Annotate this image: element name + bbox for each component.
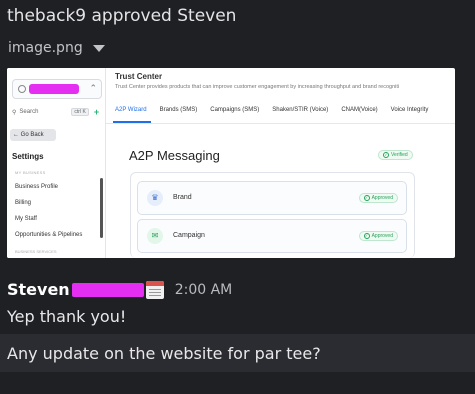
message-header: Steven 2:00 AM xyxy=(7,280,232,299)
verified-label: Verified xyxy=(391,152,408,158)
message-author[interactable]: Steven xyxy=(7,280,70,299)
sidebar-item: Billing xyxy=(15,200,32,206)
tab-divider xyxy=(106,123,455,124)
sidebar-scrollbar xyxy=(100,178,103,238)
approved-badge: ✓ Approved xyxy=(358,193,398,203)
check-circle-icon: ✓ xyxy=(383,152,389,158)
system-message: theback9 approved Steven xyxy=(7,6,237,26)
screenshot-sidebar: ⌃ ⚲ Search ctrl K + ← Go Back Settings M… xyxy=(7,68,106,258)
attachment-filename[interactable]: image.png xyxy=(8,40,83,56)
plus-icon: + xyxy=(93,107,100,117)
brand-label: Brand xyxy=(173,194,192,201)
message-row-hovered[interactable]: Any update on the website for par tee? xyxy=(0,334,475,372)
chevron-updown-icon: ⌃ xyxy=(89,83,97,93)
shortcut-badge: ctrl K xyxy=(71,108,89,116)
approved-label: Approved xyxy=(371,233,393,239)
message-text: Any update on the website for par tee? xyxy=(7,344,321,363)
verified-badge: ✓ Verified xyxy=(378,150,413,160)
caret-down-icon[interactable] xyxy=(92,45,105,52)
campaign-card: ✉ Campaign ✓ Approved xyxy=(137,219,407,253)
message-timestamp[interactable]: 2:00 AM xyxy=(175,282,233,298)
search-icon: ⚲ xyxy=(12,109,17,116)
sidebar-item: Opportunities & Pipelines xyxy=(15,232,83,238)
brand-icon: ♛ xyxy=(147,190,163,206)
go-back-button: ← Go Back xyxy=(10,129,56,141)
attachment-header[interactable]: image.png xyxy=(8,40,105,56)
trust-center-subtitle: Trust Center provides products that can … xyxy=(115,84,400,90)
campaign-label: Campaign xyxy=(173,232,205,239)
tab-campaigns-sms: Campaigns (SMS) xyxy=(210,107,260,113)
sidebar-item: My Staff xyxy=(15,216,37,222)
tab-cnam: CNAM(Voice) xyxy=(341,107,378,113)
check-circle-icon: ✓ xyxy=(363,195,370,201)
sidebar-group-caption-2: BUSINESS SERVICES xyxy=(15,249,57,254)
approved-label: Approved xyxy=(371,195,393,201)
sidebar-group-caption: MY BUSINESS xyxy=(15,170,46,175)
tab-brands-sms: Brands (SMS) xyxy=(159,107,198,113)
sidebar-search: ⚲ Search ctrl K + xyxy=(12,107,99,117)
tab-a2p-wizard: A2P Wizard xyxy=(115,107,147,113)
a2p-messaging-heading: A2P Messaging xyxy=(129,148,220,163)
approved-badge: ✓ Approved xyxy=(358,231,398,241)
tab-shaken-stir: Shaken/STIR (Voice) xyxy=(272,107,329,113)
trust-center-tabs: A2P Wizard Brands (SMS) Campaigns (SMS) … xyxy=(115,107,428,113)
redacted-username xyxy=(71,282,144,297)
sidebar-item: Business Profile xyxy=(15,184,59,190)
brand-card: ♛ Brand ✓ Approved xyxy=(137,181,407,215)
location-icon xyxy=(18,85,26,93)
sidebar-settings-title: Settings xyxy=(12,152,44,161)
calendar-icon xyxy=(145,280,164,299)
trust-center-title: Trust Center xyxy=(115,72,163,81)
account-switcher: ⌃ xyxy=(12,79,102,99)
message-text: Yep thank you! xyxy=(7,307,127,326)
sidebar-search-label: Search xyxy=(19,109,39,115)
attachment-image[interactable]: ⌃ ⚲ Search ctrl K + ← Go Back Settings M… xyxy=(7,68,455,258)
campaign-icon: ✉ xyxy=(147,228,163,244)
redacted-account-name xyxy=(29,84,79,94)
tab-voice-integrity: Voice Integrity xyxy=(390,107,429,113)
check-circle-icon: ✓ xyxy=(363,233,370,239)
